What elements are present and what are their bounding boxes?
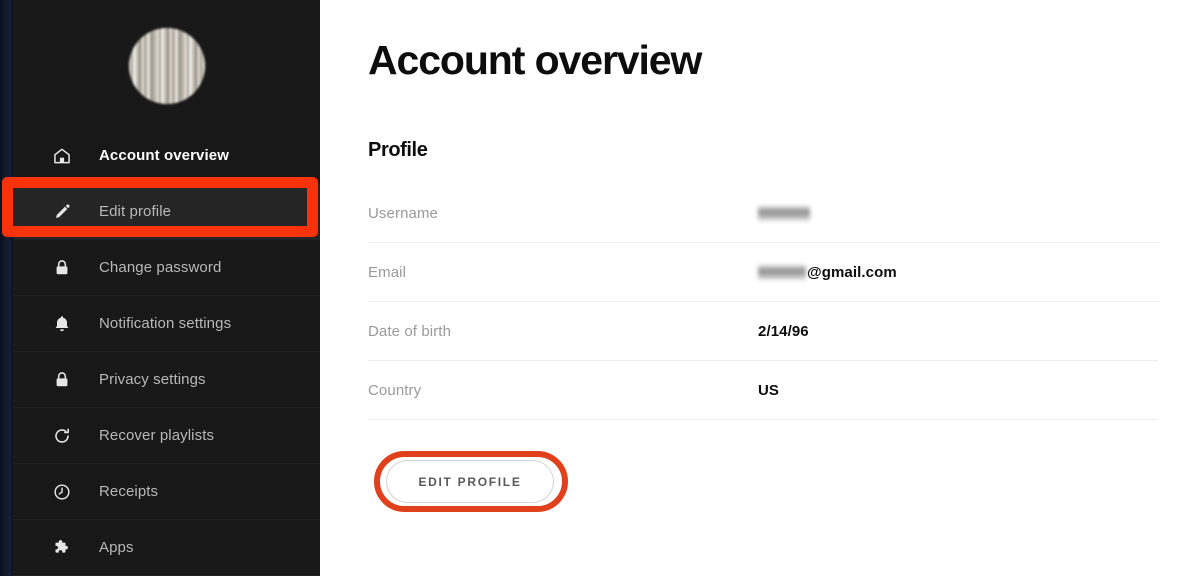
main-content: Account overview Profile Username Email …: [320, 0, 1198, 576]
sidebar-item-label: Receipts: [99, 483, 159, 500]
sidebar-item-label: Privacy settings: [99, 371, 206, 388]
sidebar-nav: Account overview Edit profile Change pas…: [2, 128, 320, 576]
email-domain-text: @gmail.com: [807, 263, 897, 281]
sidebar-item-label: Apps: [99, 539, 134, 556]
sidebar-item-notification-settings[interactable]: Notification settings: [13, 296, 320, 352]
edit-profile-button[interactable]: EDIT PROFILE: [386, 460, 554, 504]
edit-profile-button-zone: EDIT PROFILE: [368, 448, 588, 518]
puzzle-piece-icon: [51, 537, 73, 559]
table-row: Username: [368, 184, 1158, 244]
row-label-username: Username: [368, 204, 438, 222]
avatar-container: [13, 0, 320, 128]
sidebar-item-edit-profile[interactable]: Edit profile: [13, 184, 320, 240]
row-label-country: Country: [368, 381, 422, 399]
sidebar-item-label: Account overview: [99, 147, 229, 164]
sidebar-item-label: Recover playlists: [99, 427, 215, 444]
avatar[interactable]: [128, 28, 205, 104]
redacted-value: [758, 205, 810, 221]
section-title-profile: Profile: [368, 139, 428, 162]
sidebar-item-recover-playlists[interactable]: Recover playlists: [13, 408, 320, 464]
bell-icon: [51, 313, 73, 335]
refresh-circle-icon: [51, 425, 73, 447]
row-value-email: @gmail.com: [758, 264, 897, 281]
sidebar-item-label: Edit profile: [99, 203, 172, 220]
sidebar-item-label: Notification settings: [99, 315, 232, 332]
table-row: Email @gmail.com: [368, 243, 1158, 303]
row-value-username: [758, 205, 810, 221]
row-value-country: US: [758, 381, 780, 399]
sidebar: Account overview Edit profile Change pas…: [0, 0, 320, 576]
profile-info-table: Username Email @gmail.com Date of birth …: [368, 184, 1158, 421]
sidebar-item-apps[interactable]: Apps: [13, 520, 320, 576]
sidebar-item-change-password[interactable]: Change password: [13, 240, 320, 296]
row-label-date-of-birth: Date of birth: [368, 322, 452, 340]
sidebar-item-privacy-settings[interactable]: Privacy settings: [13, 352, 320, 408]
sidebar-item-label: Change password: [99, 259, 222, 276]
redacted-value: [758, 264, 806, 280]
pencil-icon: [51, 201, 73, 223]
clock-icon: [51, 481, 73, 503]
window-left-rail: [0, 0, 13, 576]
page-title: Account overview: [368, 37, 702, 83]
row-value-date-of-birth: 2/14/96: [758, 322, 809, 340]
sidebar-item-account-overview[interactable]: Account overview: [2, 128, 320, 184]
table-row: Country US: [368, 361, 1158, 421]
account-overview-page: Account overview Edit profile Change pas…: [0, 0, 1198, 576]
row-label-email: Email: [368, 263, 407, 281]
lock-icon: [51, 257, 73, 279]
avatar-image-blurred: [128, 28, 205, 104]
home-icon: [51, 145, 73, 167]
table-row: Date of birth 2/14/96: [368, 302, 1158, 362]
lock-icon: [51, 369, 73, 391]
sidebar-item-receipts[interactable]: Receipts: [13, 464, 320, 520]
